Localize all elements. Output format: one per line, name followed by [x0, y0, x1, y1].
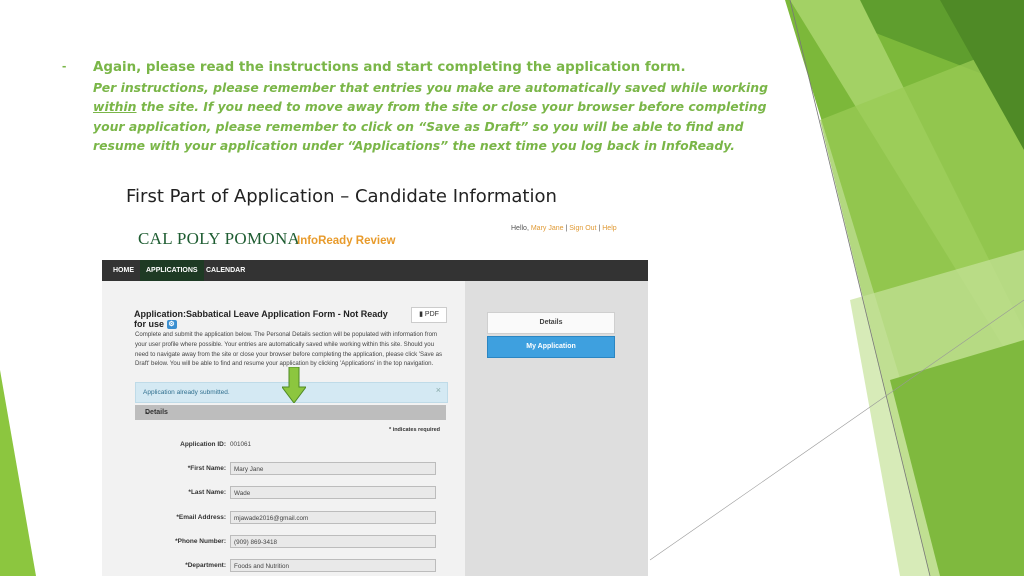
last-name-row: *Last Name: Wade — [135, 486, 446, 502]
first-name-label: *First Name: — [187, 465, 226, 472]
pdf-label: PDF — [424, 311, 439, 318]
phone-field[interactable]: (909) 869-3418 — [230, 535, 436, 548]
instruction-within: within — [93, 99, 137, 115]
green-down-arrow-icon — [282, 367, 306, 403]
application-description: Complete and submit the application belo… — [135, 331, 443, 368]
nav-applications[interactable]: APPLICATIONS — [140, 260, 204, 281]
bullet-marker: - — [62, 58, 67, 73]
nav-home[interactable]: HOME — [113, 260, 134, 281]
last-name-field[interactable]: Wade — [230, 486, 436, 499]
my-application-button[interactable]: My Application — [487, 336, 615, 358]
pdf-button[interactable]: ▮ PDF — [411, 307, 447, 323]
application-id-row: Application ID: 001061 — [135, 438, 446, 454]
details-section-header[interactable]: Details ⌄ — [135, 405, 446, 420]
nav-calendar[interactable]: CALENDAR — [206, 260, 245, 281]
alert-text: Application already submitted. — [143, 389, 230, 396]
first-name-field[interactable]: Mary Jane — [230, 462, 436, 475]
instruction-text: Again, please read the instructions and … — [93, 57, 793, 156]
instruction-part-1: Per instructions, please remember that e… — [93, 79, 768, 95]
infoready-review-logo: InfoReady Review — [297, 235, 396, 247]
application-id-label: Application ID: — [180, 441, 226, 448]
separator: | — [565, 225, 568, 232]
phone-row: *Phone Number: (909) 869-3418 — [135, 535, 446, 551]
department-label: *Department: — [185, 562, 226, 569]
required-note: * indicates required — [389, 427, 441, 433]
separator: | — [598, 225, 601, 232]
user-name-link[interactable]: Mary Jane — [531, 225, 564, 232]
document-icon: ▮ — [419, 311, 423, 318]
close-icon[interactable]: × — [436, 383, 441, 398]
email-field[interactable]: mjawade2016@gmail.com — [230, 511, 436, 524]
last-name-label: *Last Name: — [188, 489, 226, 496]
application-id-value: 001061 — [230, 441, 252, 448]
details-button[interactable]: Details — [487, 312, 615, 334]
email-label: *Email Address: — [176, 514, 226, 521]
gear-icon[interactable]: ⚙ — [166, 320, 177, 330]
phone-label: *Phone Number: — [175, 538, 226, 545]
cal-poly-pomona-logo[interactable]: CAL POLY POMONA — [138, 229, 300, 249]
hello-label: Hello, — [511, 225, 531, 232]
user-greeting: Hello, Mary Jane | Sign Out | Help — [511, 225, 617, 232]
chevron-down-icon: ⌄ — [145, 409, 151, 416]
slide-subtitle: First Part of Application – Candidate In… — [126, 186, 557, 207]
top-navigation: HOME APPLICATIONS CALENDAR — [102, 260, 648, 281]
application-title: Application:Sabbatical Leave Application… — [134, 309, 394, 330]
instruction-heading: Again, please read the instructions and … — [93, 60, 686, 75]
department-field[interactable]: Foods and Nutrition — [230, 559, 436, 572]
help-link[interactable]: Help — [602, 225, 616, 232]
sign-out-link[interactable]: Sign Out — [569, 225, 596, 232]
department-row: *Department: Foods and Nutrition — [135, 559, 446, 575]
instruction-part-2: the site. If you need to move away from … — [93, 99, 767, 154]
first-name-row: *First Name: Mary Jane — [135, 462, 446, 478]
email-row: *Email Address: mjawade2016@gmail.com — [135, 511, 446, 527]
